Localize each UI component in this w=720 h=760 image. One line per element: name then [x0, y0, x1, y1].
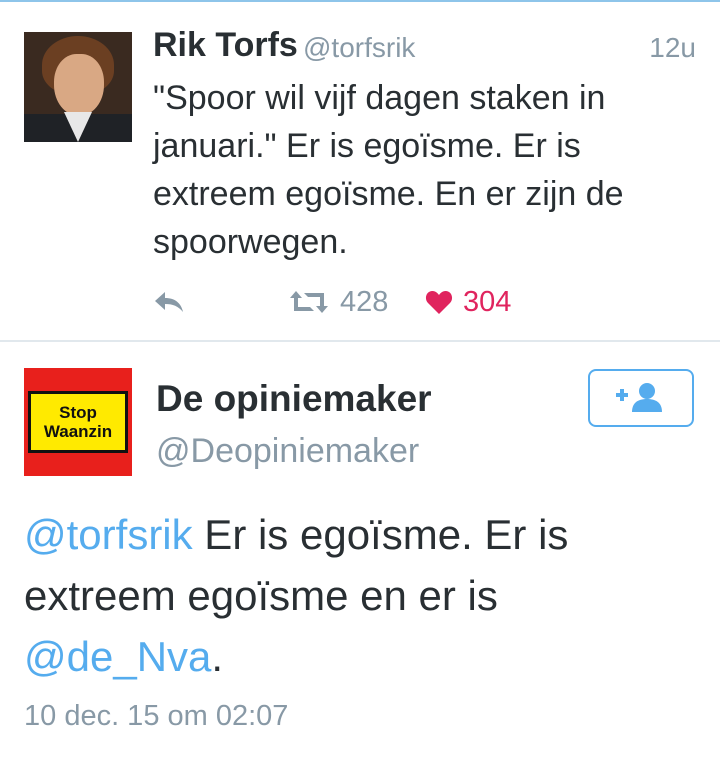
like-count: 304 [463, 285, 512, 318]
reply-icon [155, 292, 183, 312]
tweet-date: 10 dec. 15 om 02:07 [24, 700, 289, 732]
tweet-author-name[interactable]: De opiniemaker [156, 378, 432, 420]
tweet-timestamp[interactable]: 12u [649, 32, 696, 64]
tweet-author-handle[interactable]: @Deopiniemaker [156, 432, 419, 471]
tweet-actions: 428 304 [153, 282, 693, 322]
avatar[interactable] [24, 32, 132, 142]
tweet-author-name[interactable]: Rik Torfs [153, 26, 298, 65]
avatar-sign-line: Stop [59, 403, 97, 422]
tweet-text-segment: . [211, 633, 224, 680]
like-button[interactable]: 304 [425, 282, 511, 322]
reply-button[interactable] [153, 282, 193, 322]
tweet-text: "Spoor wil vijf dagen staken in januari.… [153, 79, 624, 261]
heart-icon [425, 291, 453, 314]
retweet-icon [290, 291, 328, 313]
stop-waanzin-sign: Stop Waanzin [28, 391, 128, 453]
tweet-text: @torfsrik Er is egoïsme. Er is extreem e… [24, 504, 704, 687]
retweet-button[interactable]: 428 [288, 282, 388, 322]
follow-user-icon [616, 383, 662, 412]
follow-button[interactable] [588, 369, 694, 427]
avatar-face [54, 54, 104, 116]
mention-link[interactable]: @torfsrik [24, 511, 193, 558]
avatar-sign-line: Waanzin [43, 422, 113, 441]
retweet-count: 428 [340, 285, 389, 318]
tweet-divider [0, 340, 720, 342]
mention-link[interactable]: @de_Nva [24, 633, 211, 680]
tweet-author-handle[interactable]: @torfsrik [303, 32, 415, 64]
avatar[interactable]: Stop Waanzin [24, 368, 132, 476]
